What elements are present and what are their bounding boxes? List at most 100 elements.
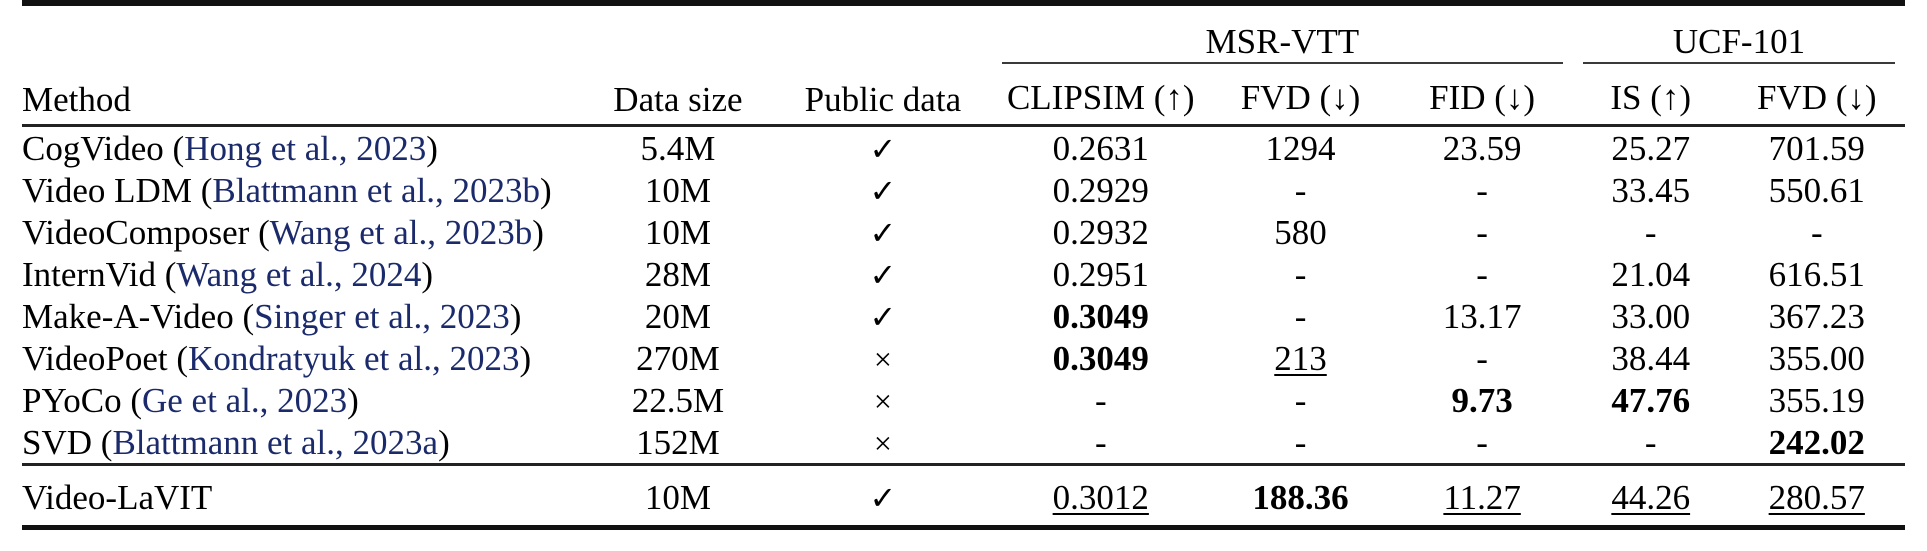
cell-clipsim: 0.3049 [992,337,1210,379]
cell-msr-fvd: - [1210,421,1392,465]
table-row: InternVid (Wang et al., 2024) 28M ✓ 0.2951 -… [22,253,1905,295]
cell-msr-fvd: - [1210,295,1392,337]
header-data-size: Data size [613,80,743,119]
value-fid: 13.17 [1442,296,1522,336]
cell-clipsim: 0.2929 [992,169,1210,211]
header-spacer [22,6,1905,20]
value-fid: 9.73 [1451,380,1513,420]
value-msr-fvd: 580 [1274,212,1327,252]
cell-method: PYoCo (Ge et al., 2023) [22,379,582,421]
cell-clipsim: 0.3049 [992,295,1210,337]
value-data-size: 20M [644,296,711,336]
value-is: 38.44 [1611,338,1691,378]
cell-public-data: ✓ [774,169,992,211]
cell-data-size: 152M [582,421,774,465]
table-row: PYoCo (Ge et al., 2023) 22.5M × - - 9.73 47.76… [22,379,1905,421]
cell-public-data: ✓ [774,295,992,337]
cell-method: SVD (Blattmann et al., 2023a) [22,421,582,465]
cell-method: VideoComposer (Wang et al., 2023b) [22,211,582,253]
value-msr-fvd: 188.36 [1252,477,1349,517]
cross-icon: × [873,424,892,461]
check-icon: ✓ [869,172,897,209]
value-ucf-fvd: 280.57 [1768,477,1865,517]
cell-msr-fvd: - [1210,253,1392,295]
value-data-size: 28M [644,254,711,294]
value-msr-fvd: 1294 [1265,128,1336,168]
group-header-msr-vtt-label: MSR-VTT [1205,22,1360,61]
cell-is: 38.44 [1573,337,1729,379]
method-name: SVD [22,422,93,462]
cell-public-data: × [774,421,992,465]
value-ucf-fvd: 616.51 [1768,254,1865,294]
method-citation-wrap: (Wang et al., 2023b) [249,212,544,252]
cell-method: Video LDM (Blattmann et al., 2023b) [22,169,582,211]
value-fid: - [1476,212,1488,252]
cell-method: CogVideo (Hong et al., 2023) [22,127,582,169]
cell-ucf-fvd: 701.59 [1729,127,1905,169]
check-icon: ✓ [869,214,897,251]
group-header-row: Method Data size Public data MSR-VTT UCF-101 [22,20,1905,117]
method-citation-wrap: (Blattmann et al., 2023b) [191,170,552,210]
check-icon: ✓ [869,298,897,335]
method-name: Make-A-Video [22,296,234,336]
cross-icon: × [873,382,892,419]
cell-method: VideoPoet (Kondratyuk et al., 2023) [22,337,582,379]
cell-data-size: 22.5M [582,379,774,421]
cell-msr-fvd: 1294 [1210,127,1392,169]
value-data-size: 5.4M [640,128,716,168]
cell-clipsim: - [992,379,1210,421]
check-icon: ✓ [869,130,897,167]
value-is: 25.27 [1611,128,1691,168]
cross-icon: × [873,340,892,377]
table-row: Make-A-Video (Singer et al., 2023) 20M ✓ 0.… [22,295,1905,337]
value-is: 44.26 [1611,477,1691,517]
value-is: 33.00 [1611,296,1691,336]
value-is: - [1644,212,1657,252]
cell-data-size: 5.4M [582,127,774,169]
cell-is: 33.00 [1573,295,1729,337]
cell-msr-fvd: 580 [1210,211,1392,253]
cell-public-data: ✓ [774,466,992,528]
cell-fid: - [1391,211,1573,253]
bottom-rule [22,525,1905,532]
value-data-size: 22.5M [631,380,725,420]
value-msr-fvd: - [1294,422,1307,462]
value-msr-fvd: - [1294,380,1307,420]
cell-fid: 23.59 [1391,127,1573,169]
header-clipsim: CLIPSIM (↑) [1006,78,1195,117]
cell-msr-fvd: - [1210,169,1392,211]
cell-is: - [1573,421,1729,465]
cell-ucf-fvd: - [1729,211,1905,253]
method-citation: Blattmann et al., 2023a [112,422,439,462]
value-clipsim: 0.3049 [1052,296,1149,336]
value-data-size: 10M [644,170,711,210]
method-name: Video-LaVIT [22,477,213,517]
check-icon: ✓ [869,256,897,293]
header-msr-fvd: FVD (↓) [1240,78,1361,117]
method-name: InternVid [22,254,156,294]
header-is: IS (↑) [1610,78,1692,117]
cell-fid: - [1391,253,1573,295]
cell-public-data: ✓ [774,253,992,295]
cell-data-size: 270M [582,337,774,379]
cell-is: 33.45 [1573,169,1729,211]
group-header-ucf-101: UCF-101 [1573,20,1905,71]
table-row: SVD (Blattmann et al., 2023a) 152M × - - - - 24… [22,421,1905,465]
value-ucf-fvd: 367.23 [1768,296,1865,336]
value-ucf-fvd: 242.02 [1768,422,1865,462]
results-table: Method Data size Public data MSR-VTT UCF-101… [22,0,1905,532]
cell-public-data: × [774,337,992,379]
method-name: CogVideo [22,128,164,168]
cell-public-data: ✓ [774,211,992,253]
cell-ucf-fvd: 367.23 [1729,295,1905,337]
value-is: 33.45 [1611,170,1691,210]
method-name: VideoComposer [22,212,250,252]
value-msr-fvd: - [1294,296,1307,336]
method-citation: Ge et al., 2023 [142,380,348,420]
value-clipsim: 0.2631 [1052,128,1149,168]
value-clipsim: - [1094,422,1107,462]
value-ucf-fvd: 701.59 [1768,128,1865,168]
value-fid: 23.59 [1442,128,1522,168]
value-clipsim: 0.3012 [1052,477,1149,517]
cell-fid: - [1391,169,1573,211]
